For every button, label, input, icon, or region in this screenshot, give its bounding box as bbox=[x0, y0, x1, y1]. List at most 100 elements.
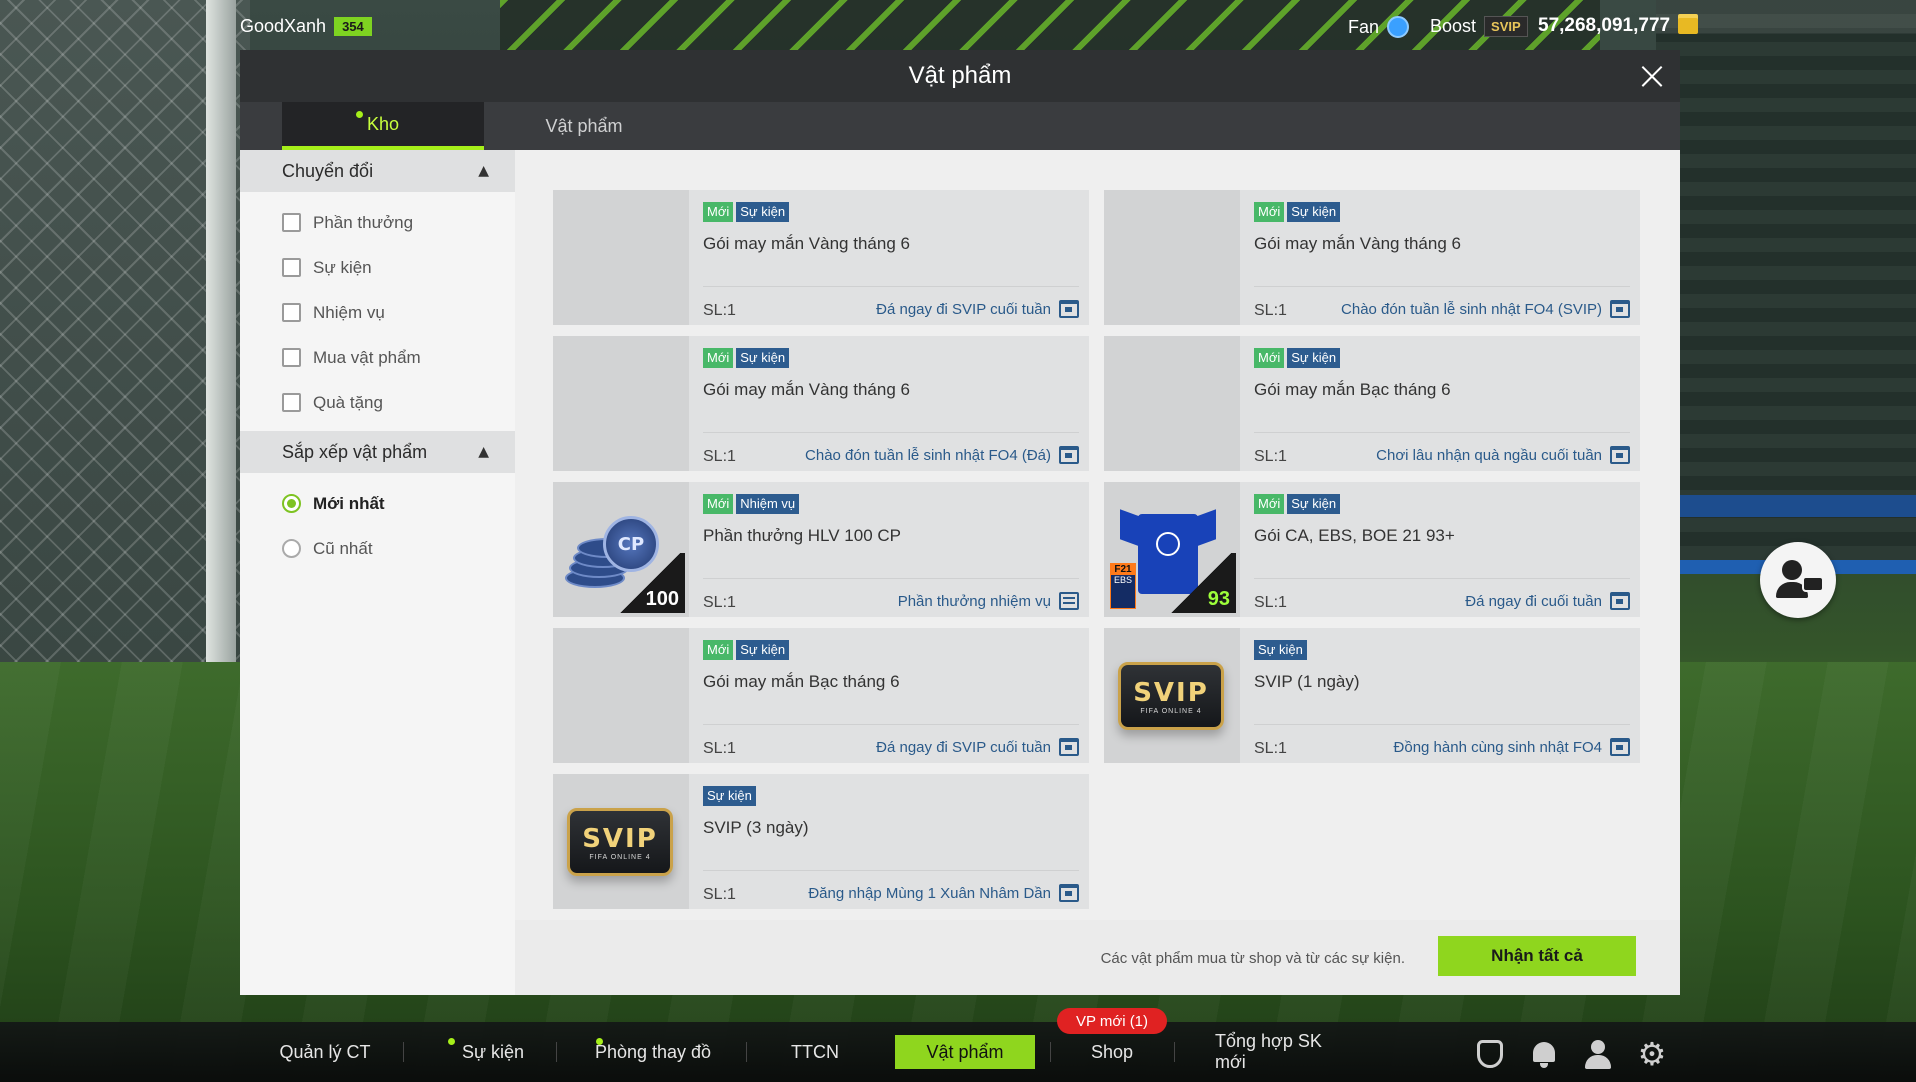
gear-icon[interactable]: ⚙ bbox=[1636, 1038, 1668, 1070]
item-title: SVIP (3 ngày) bbox=[703, 818, 809, 837]
item-card[interactable]: Mới Sự kiện Gói may mắn Vàng tháng 6 SL:1… bbox=[553, 336, 1089, 471]
tag-new: Mới bbox=[1254, 494, 1285, 514]
item-card[interactable]: Mới Sự kiện Gói may mắn Bạc tháng 6 SL:1 … bbox=[1104, 336, 1640, 471]
sort-option-newest[interactable]: Mới nhất bbox=[240, 481, 515, 526]
sort-option-label: Cũ nhất bbox=[313, 538, 373, 558]
sort-section-label: Sắp xếp vật phẩm bbox=[282, 441, 428, 462]
nav-tong-hop-sk-moi[interactable]: Tổng hợp SK mới bbox=[1215, 1022, 1355, 1082]
nav-vat-pham[interactable]: Vật phẩm bbox=[895, 1035, 1035, 1069]
nav-ttcn[interactable]: TTCN bbox=[780, 1022, 850, 1082]
sort-option-oldest[interactable]: Cũ nhất bbox=[240, 526, 515, 571]
tab-kho[interactable]: Kho bbox=[282, 102, 484, 150]
tag-event: Sự kiện bbox=[1254, 640, 1307, 660]
tag-event: Sự kiện bbox=[1287, 494, 1341, 514]
item-source-label: Chào đón tuần lễ sinh nhật FO4 (Đá) bbox=[805, 446, 1051, 464]
tag-event: Sự kiện bbox=[1287, 348, 1341, 368]
boost-indicator[interactable]: Boost SVIP bbox=[1430, 16, 1528, 37]
radio-button[interactable] bbox=[282, 494, 301, 513]
fan-icon bbox=[1387, 16, 1410, 38]
user-icon bbox=[1782, 560, 1802, 580]
filter-option-label: Mua vật phẩm bbox=[313, 347, 421, 367]
filter-option-label: Sự kiện bbox=[313, 257, 372, 277]
item-quantity: SL:1 bbox=[703, 448, 736, 465]
radio-button[interactable] bbox=[282, 539, 301, 558]
item-card[interactable]: CP 100 Mới Nhiệm vụ Phần thưởng HLV 100 C… bbox=[553, 482, 1089, 617]
calendar-icon bbox=[1610, 738, 1630, 756]
item-source-label: Đồng hành cùng sinh nhật FO4 bbox=[1393, 738, 1602, 756]
calendar-icon bbox=[1059, 300, 1079, 318]
item-quantity: SL:1 bbox=[1254, 448, 1287, 465]
tag-new: Mới bbox=[703, 640, 734, 660]
checkbox[interactable] bbox=[282, 303, 301, 322]
sort-section-header[interactable]: Sắp xếp vật phẩm ▲ bbox=[240, 431, 515, 473]
item-source: Đăng nhập Mùng 1 Xuân Nhâm Dần bbox=[808, 884, 1079, 902]
tag-new: Mới bbox=[703, 348, 734, 368]
item-source-label: Đá ngay đi SVIP cuối tuần bbox=[876, 300, 1051, 318]
chevron-up-icon[interactable]: ▲ bbox=[478, 163, 489, 179]
item-grid: Mới Sự kiện Gói may mắn Vàng tháng 6 SL:1… bbox=[515, 150, 1680, 920]
item-quantity: SL:1 bbox=[703, 594, 736, 611]
calendar-icon bbox=[1059, 738, 1079, 756]
item-source: Phần thưởng nhiệm vụ bbox=[898, 592, 1079, 610]
club-shield-icon[interactable] bbox=[1474, 1038, 1506, 1070]
tag-event: Sự kiện bbox=[736, 202, 790, 222]
filter-option-mua-vat-pham[interactable]: Mua vật phẩm bbox=[240, 335, 515, 380]
item-source: Chơi lâu nhận quà ngầu cuối tuần bbox=[1376, 446, 1630, 464]
nav-su-kien[interactable]: Sự kiện bbox=[438, 1022, 548, 1082]
item-card[interactable]: Mới Sự kiện Gói may mắn Vàng tháng 6 SL:1… bbox=[553, 190, 1089, 325]
item-title: SVIP (1 ngày) bbox=[1254, 672, 1360, 691]
season-badge: F21 EBS bbox=[1110, 563, 1136, 609]
nav-phong-thay-do[interactable]: Phòng thay đồ bbox=[588, 1022, 718, 1082]
coin-icon bbox=[1678, 18, 1699, 34]
tab-vat-pham[interactable]: Vật phẩm bbox=[484, 102, 684, 150]
sort-options: Mới nhất Cũ nhất bbox=[240, 473, 515, 577]
filter-option-label: Nhiệm vụ bbox=[313, 302, 385, 322]
filter-option-qua-tang[interactable]: Quà tặng bbox=[240, 380, 515, 425]
bell-icon[interactable] bbox=[1528, 1038, 1560, 1070]
item-source-label: Đá ngay đi cuối tuần bbox=[1465, 592, 1602, 610]
item-title: Gói may mắn Bạc tháng 6 bbox=[1254, 380, 1451, 399]
item-source-label: Đá ngay đi SVIP cuối tuần bbox=[876, 738, 1051, 756]
filter-option-su-kien[interactable]: Sự kiện bbox=[240, 245, 515, 290]
tag-new: Mới bbox=[703, 202, 734, 222]
stadium-stand bbox=[1656, 0, 1916, 560]
item-card[interactable]: F21 EBS 93 Mới Sự kiện Gói CA, EBS, BOE 2… bbox=[1104, 482, 1640, 617]
chevron-up-icon[interactable]: ▲ bbox=[478, 444, 489, 460]
fan-label: Fan bbox=[1348, 16, 1380, 37]
user-info[interactable]: GoodXanh 354 bbox=[240, 16, 372, 37]
fan-indicator[interactable]: Fan bbox=[1348, 16, 1410, 38]
item-card[interactable]: SVIP FIFA ONLINE 4 Sự kiện SVIP (1 ngày)… bbox=[1104, 628, 1640, 763]
tag-new: Mới bbox=[703, 494, 734, 514]
profile-icon[interactable] bbox=[1582, 1038, 1614, 1070]
checkbox[interactable] bbox=[282, 393, 301, 412]
filter-option-phan-thuong[interactable]: Phần thưởng bbox=[240, 200, 515, 245]
item-thumbnail bbox=[553, 190, 689, 325]
checkbox[interactable] bbox=[282, 348, 301, 367]
item-title: Gói may mắn Vàng tháng 6 bbox=[1254, 234, 1461, 253]
new-dot bbox=[356, 111, 363, 118]
sort-option-label: Mới nhất bbox=[313, 493, 385, 513]
nav-quan-ly-ct[interactable]: Quản lý CT bbox=[270, 1022, 380, 1082]
support-chat-button[interactable] bbox=[1760, 542, 1836, 618]
filter-option-nhiem-vu[interactable]: Nhiệm vụ bbox=[240, 290, 515, 335]
filter-options: Phần thưởng Sự kiện Nhiệm vụ Mua vật phẩ… bbox=[240, 192, 515, 431]
svip-card-icon: SVIP FIFA ONLINE 4 bbox=[1118, 662, 1224, 730]
filter-sidebar: Chuyển đổi ▲ Phần thưởng Sự kiện Nhiệm v… bbox=[240, 150, 515, 995]
item-thumbnail bbox=[553, 628, 689, 763]
bottom-nav: Quản lý CT Sự kiện Phòng thay đồ TTCN Vậ… bbox=[0, 1022, 1916, 1082]
item-thumbnail: SVIP FIFA ONLINE 4 bbox=[1104, 628, 1240, 763]
checkbox[interactable] bbox=[282, 213, 301, 232]
tag-event: Sự kiện bbox=[736, 348, 790, 368]
modal-title: Vật phẩm bbox=[908, 62, 1012, 89]
item-card[interactable]: Mới Sự kiện Gói may mắn Vàng tháng 6 SL:1… bbox=[1104, 190, 1640, 325]
claim-all-button[interactable]: Nhận tất cả bbox=[1438, 936, 1636, 976]
new-dot bbox=[596, 1038, 603, 1045]
item-card[interactable]: Mới Sự kiện Gói may mắn Bạc tháng 6 SL:1 … bbox=[553, 628, 1089, 763]
new-items-badge: VP mới (1) bbox=[1057, 1008, 1167, 1034]
ad-banner bbox=[1671, 495, 1916, 517]
item-card[interactable]: SVIP FIFA ONLINE 4 Sự kiện SVIP (3 ngày)… bbox=[553, 774, 1089, 909]
checkbox[interactable] bbox=[282, 258, 301, 277]
svip-badge: SVIP bbox=[1484, 16, 1528, 37]
close-icon[interactable]: × bbox=[1632, 56, 1672, 96]
filter-section-header[interactable]: Chuyển đổi ▲ bbox=[240, 150, 515, 192]
